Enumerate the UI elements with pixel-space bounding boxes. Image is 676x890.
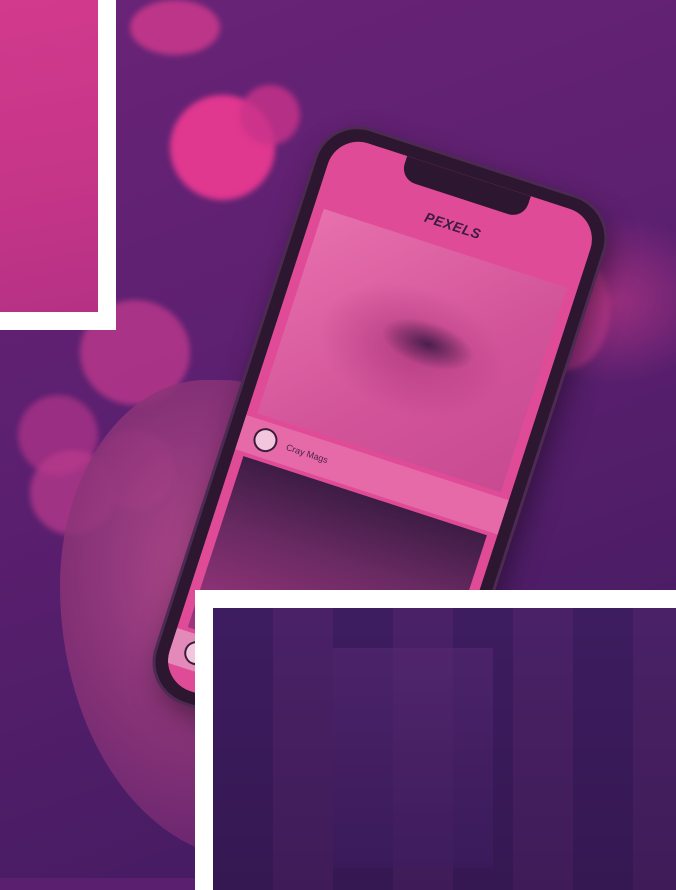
white-frame-bottom-right: [195, 590, 676, 890]
bokeh-light: [240, 85, 300, 145]
white-frame-top-left: [0, 0, 116, 330]
avatar: [250, 424, 281, 456]
bokeh-light: [130, 0, 220, 55]
author-name: Cray Mags: [284, 442, 330, 466]
framed-photo: [213, 608, 676, 890]
framed-panel: [0, 0, 98, 312]
